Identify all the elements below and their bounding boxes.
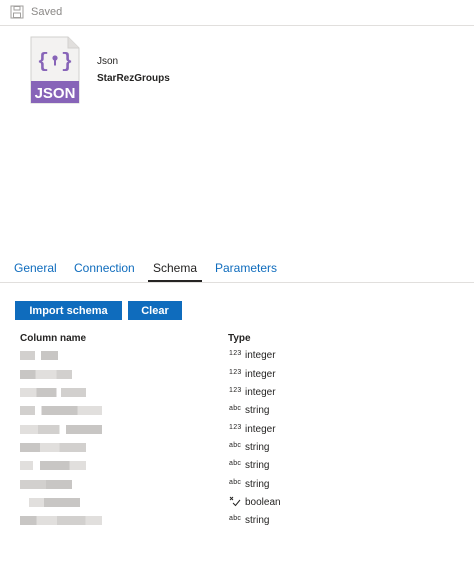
tab-general[interactable]: General (14, 261, 57, 275)
integer-type-icon: 123 (229, 369, 242, 376)
schema-row: 123 integer (0, 366, 474, 384)
json-file-icon: { } JSON (30, 36, 80, 109)
redacted-column-name (20, 461, 86, 470)
schema-row: boolean (0, 494, 474, 512)
column-type: boolean (245, 497, 281, 508)
column-type: string (245, 479, 270, 490)
redacted-column-name (20, 406, 102, 415)
boolean-type-icon (229, 495, 241, 509)
column-type: string (245, 442, 270, 453)
schema-row: abc string (0, 439, 474, 457)
redacted-column-name (20, 370, 72, 379)
save-icon (10, 5, 24, 24)
column-name-header: Column name (20, 333, 87, 344)
type-header: Type (228, 333, 251, 344)
top-bar: Saved (0, 0, 474, 26)
import-schema-button[interactable]: Import schema (15, 301, 122, 320)
redacted-column-name (20, 388, 86, 397)
integer-type-icon: 123 (229, 424, 242, 431)
schema-row: abc string (0, 457, 474, 475)
redacted-column-name (20, 498, 80, 507)
column-type: string (245, 405, 270, 416)
string-type-icon: abc (229, 479, 242, 486)
redacted-column-name (20, 351, 58, 360)
integer-type-icon: 123 (229, 387, 242, 394)
tab-parameters[interactable]: Parameters (215, 261, 277, 275)
redacted-column-name (20, 516, 102, 525)
dataset-name: StarRezGroups (97, 73, 170, 84)
json-badge-text: JSON (35, 85, 76, 102)
string-type-icon: abc (229, 405, 242, 412)
schema-row: abc string (0, 402, 474, 420)
tab-schema[interactable]: Schema (153, 261, 197, 275)
saved-status: Saved (31, 6, 63, 18)
schema-row: abc string (0, 512, 474, 530)
column-type: string (245, 515, 270, 526)
redacted-column-name (20, 425, 102, 434)
tab-connection[interactable]: Connection (74, 261, 135, 275)
schema-row: 123 integer (0, 384, 474, 402)
column-type: integer (245, 350, 276, 361)
column-type: integer (245, 369, 276, 380)
integer-type-icon: 123 (229, 350, 242, 357)
schema-row: 123 integer (0, 347, 474, 365)
schema-row: abc string (0, 476, 474, 494)
column-type: integer (245, 387, 276, 398)
string-type-icon: abc (229, 442, 242, 449)
column-type: integer (245, 424, 276, 435)
redacted-column-name (20, 443, 86, 452)
string-type-icon: abc (229, 460, 242, 467)
schema-row: 123 integer (0, 421, 474, 439)
dataset-type-label: Json (97, 56, 119, 67)
clear-button[interactable]: Clear (128, 301, 182, 320)
redacted-column-name (20, 480, 72, 489)
tab-bar: General Connection Schema Parameters (0, 255, 474, 283)
column-type: string (245, 460, 270, 471)
active-tab-indicator (148, 280, 202, 282)
string-type-icon: abc (229, 515, 242, 522)
